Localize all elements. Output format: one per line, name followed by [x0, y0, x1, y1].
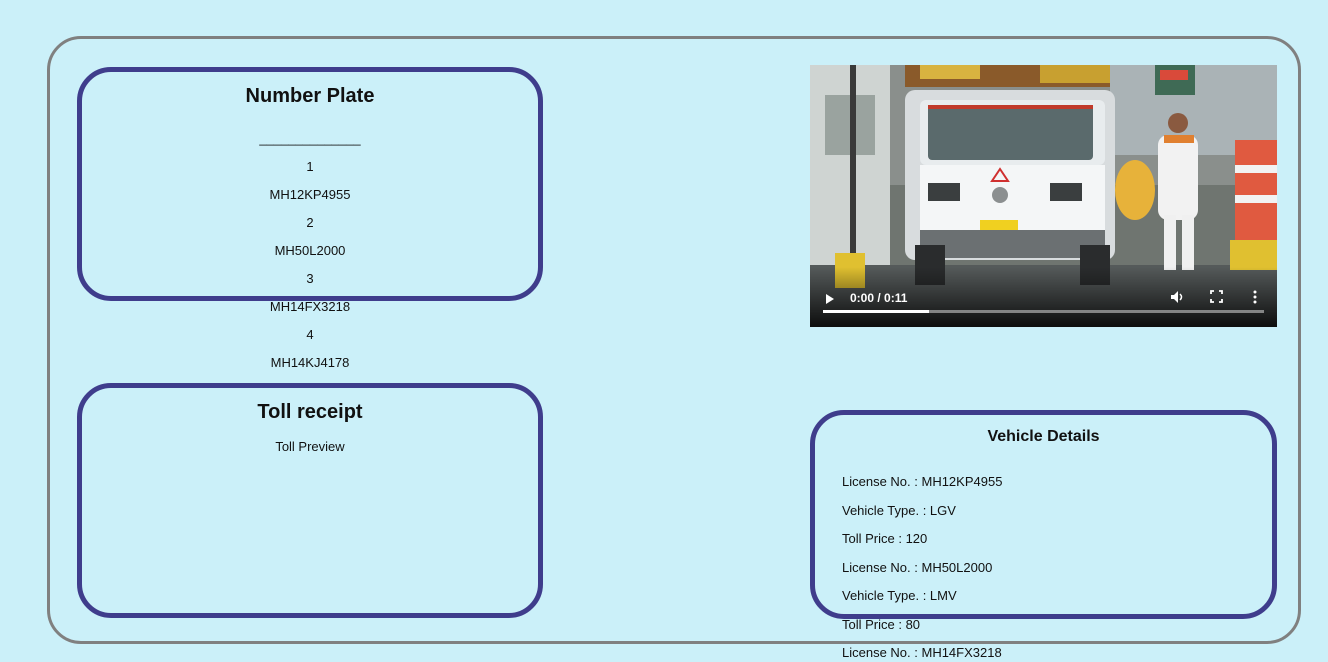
video-progress-bar[interactable]: [823, 310, 1264, 313]
number-plate-divider: ______________: [259, 131, 361, 146]
toll-receipt-content: Toll receipt Toll Preview: [77, 401, 543, 454]
play-icon[interactable]: [826, 294, 834, 304]
video-time: 0:00 / 0:11: [850, 291, 908, 305]
vehicle-details-title: Vehicle Details: [987, 428, 1100, 445]
detail-license: License No. : MH14FX3218: [842, 645, 1002, 660]
toll-preview-text: Toll Preview: [275, 439, 345, 454]
plate-index: 4: [306, 327, 314, 342]
fullscreen-icon[interactable]: [1210, 290, 1223, 303]
detail-license: License No. : MH50L2000: [842, 559, 993, 575]
plate-number: MH14FX3218: [269, 299, 351, 314]
detail-vehicle-type: Vehicle Type. : LMV: [842, 588, 957, 603]
plate-index: 2: [306, 215, 314, 230]
detail-vehicle-type: Vehicle Type. : LGV: [842, 502, 956, 518]
plate-number: MH14KJ4178: [270, 355, 350, 370]
toll-receipt-title: Toll receipt: [257, 401, 363, 423]
volume-icon[interactable]: [1170, 290, 1184, 304]
detail-toll-price: Toll Price : 120: [842, 531, 928, 546]
more-options-icon[interactable]: [1253, 290, 1257, 304]
plate-index: 3: [306, 271, 314, 286]
number-plate-list: Number Plate ______________ 1 MH12KP4955…: [77, 85, 543, 370]
plate-number: MH12KP4955: [269, 187, 351, 202]
number-plate-title: Number Plate: [245, 85, 375, 107]
plate-number: MH50L2000: [274, 243, 346, 258]
video-controls: 0:00 / 0:11: [810, 267, 1277, 327]
plate-index: 1: [306, 159, 314, 174]
detail-license: License No. : MH12KP4955: [842, 474, 1003, 489]
vehicle-details-content: Vehicle Details License No. : MH12KP4955…: [842, 428, 1242, 660]
detail-toll-price: Toll Price : 80: [842, 616, 921, 632]
video-player[interactable]: 0:00 / 0:11: [810, 65, 1277, 327]
video-buffered-fill: [823, 310, 929, 313]
